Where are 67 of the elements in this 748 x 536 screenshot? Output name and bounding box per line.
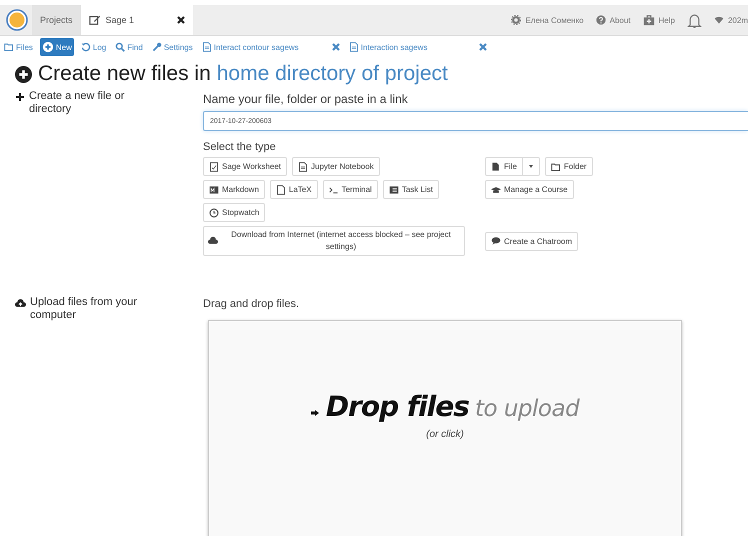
plus-icon	[15, 92, 25, 102]
folder-icon	[4, 42, 14, 52]
file-type-button[interactable]: Stopwatch	[203, 203, 266, 222]
drop-zone[interactable]: Drop files to upload (or click)	[208, 320, 682, 536]
directory-link[interactable]: home directory of project	[216, 62, 448, 86]
file-icon	[491, 162, 501, 172]
section-label: Create a new file or directory	[29, 90, 126, 116]
section-label: Upload files from your computer	[30, 296, 138, 322]
list-icon	[388, 184, 399, 194]
top-tab[interactable]: Projects	[32, 5, 81, 35]
question-icon	[596, 15, 606, 25]
nav-tab[interactable]: New	[40, 38, 74, 56]
medkit-icon	[642, 14, 655, 26]
folder-icon	[550, 162, 561, 172]
document-icon	[276, 184, 286, 194]
top-bar-link[interactable]: About	[596, 15, 631, 25]
cloud-upload-icon	[15, 298, 26, 308]
document-icon	[348, 42, 359, 52]
top-bar-link[interactable]: 202m	[714, 15, 748, 25]
file-type-button[interactable]: Markdown	[203, 180, 265, 199]
file-type-button[interactable]: Jupyter Notebook	[292, 157, 380, 176]
document-icon	[202, 42, 212, 52]
top-bar-link[interactable]: Елена Соменко	[511, 15, 584, 25]
clock-icon	[209, 208, 219, 218]
markdown-icon	[209, 184, 219, 194]
file-type-button[interactable]: LaTeX	[270, 180, 318, 199]
speech-bubble-icon	[491, 236, 501, 246]
nav-tab[interactable]: Files	[2, 39, 35, 55]
page-title: Create new files in	[38, 62, 211, 86]
cloud-icon	[208, 236, 218, 246]
terminal-icon	[328, 184, 339, 194]
nav-tab[interactable]: Find	[113, 39, 145, 55]
logo-icon[interactable]	[6, 9, 28, 31]
nav-tab[interactable]: Interaction sagews	[346, 39, 489, 55]
plus-circle-icon	[15, 66, 32, 82]
nav-tab[interactable]: Settings	[150, 39, 195, 55]
plus-circle-icon	[42, 41, 54, 53]
gear-icon	[511, 15, 522, 25]
drop-subtitle: to upload	[474, 396, 580, 422]
drop-note: (or click)	[426, 429, 464, 440]
top-tab[interactable]: Sage 1	[80, 5, 193, 35]
nav-tab[interactable]: Log	[78, 39, 108, 55]
file-type-button[interactable]: Manage a Course	[485, 180, 574, 199]
file-type-button[interactable]: Folder	[544, 157, 593, 176]
close-icon[interactable]	[176, 16, 185, 24]
wifi-icon	[714, 15, 724, 25]
document-icon	[209, 162, 219, 172]
download-button[interactable]: Download from Internet (internet access blocked – see project settings)	[203, 226, 465, 256]
new-file-button[interactable]: File	[485, 157, 523, 176]
search-icon	[115, 42, 126, 52]
drop-hint: Drag and drop files.	[203, 298, 300, 310]
arrow-icon	[310, 410, 319, 416]
field-label: Name your file, folder or paste in a link	[203, 92, 409, 106]
nav-tab[interactable]: Interact contour sagews	[200, 39, 342, 55]
file-type-button[interactable]: Sage Worksheet	[203, 157, 287, 176]
drop-title: Drop files	[326, 390, 469, 423]
file-type-button[interactable]: Create a Chatroom	[485, 232, 578, 250]
history-icon	[80, 42, 91, 52]
bell-icon	[686, 12, 702, 28]
pencil-icon	[88, 14, 101, 26]
document-icon	[298, 162, 308, 172]
type-label: Select the type	[203, 141, 277, 153]
file-type-button[interactable]: Task List	[382, 180, 439, 199]
graduation-cap-icon	[491, 184, 501, 194]
file-type-button[interactable]: Terminal	[322, 180, 378, 199]
top-bar-link[interactable]: Help	[642, 14, 675, 26]
dropdown-toggle[interactable]	[522, 157, 540, 176]
